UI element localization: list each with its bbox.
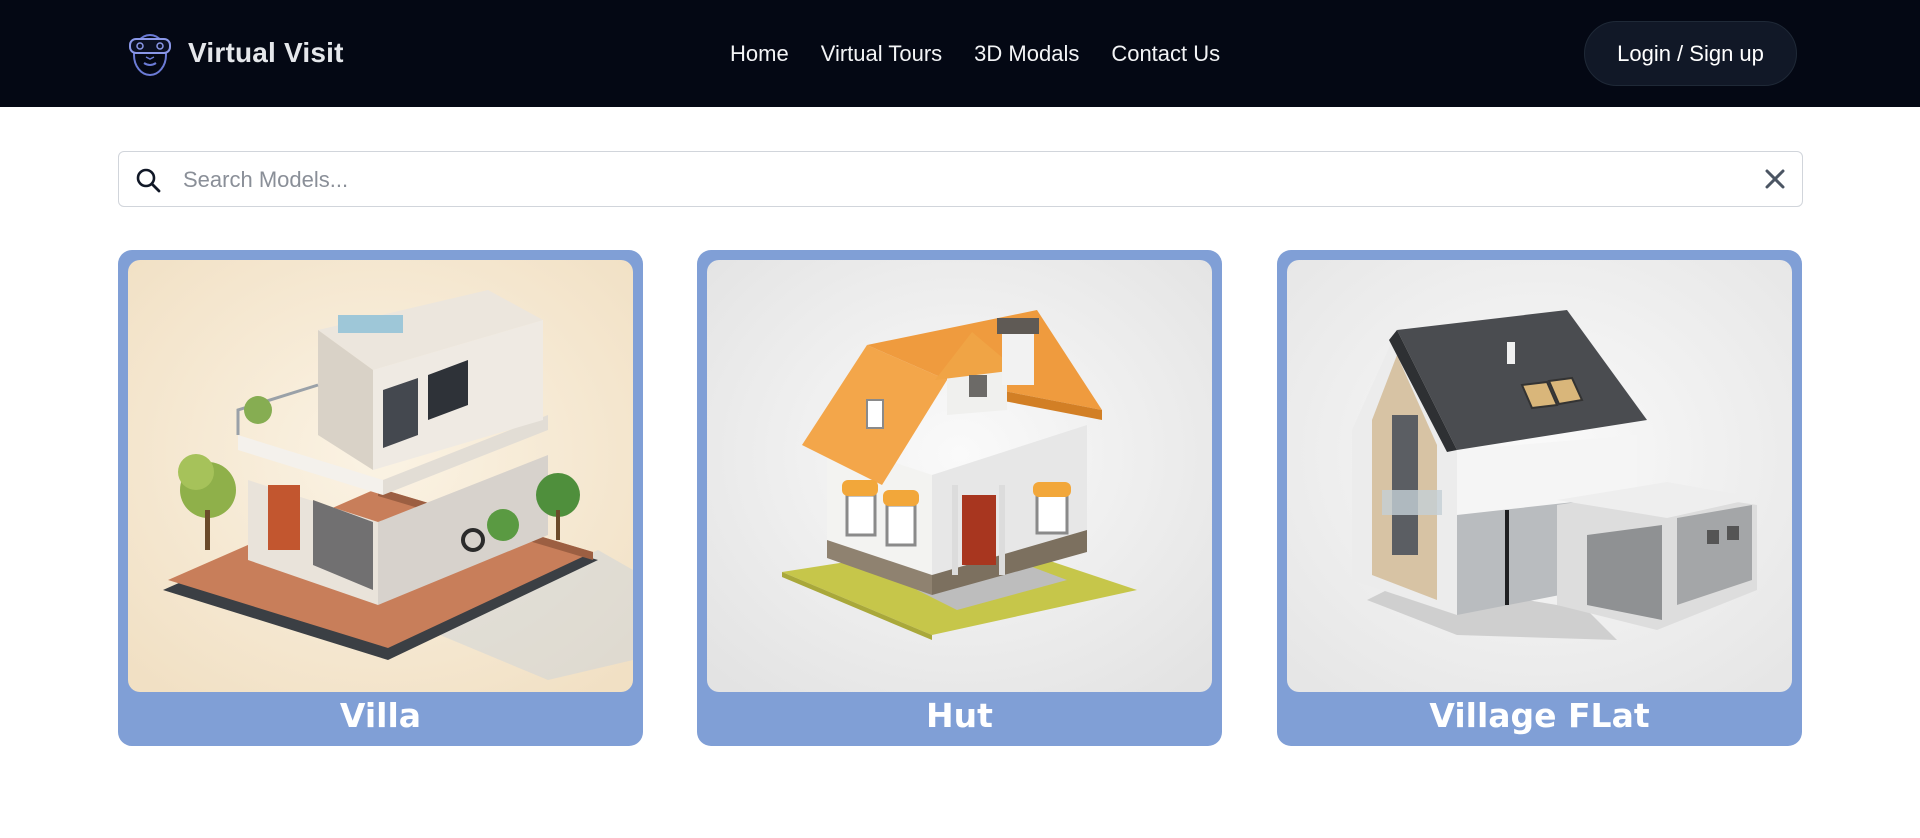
close-icon[interactable] <box>1760 164 1790 194</box>
vr-headset-face-icon <box>129 34 171 76</box>
model-title: Hut <box>926 696 993 735</box>
search-bar <box>118 151 1803 207</box>
villa-image <box>128 260 633 692</box>
brand-name: Virtual Visit <box>188 37 344 68</box>
top-navbar: Virtual Visit Home Virtual Tours 3D Moda… <box>0 0 1920 107</box>
nav-link-contact-us[interactable]: Contact Us <box>1111 41 1220 67</box>
nav-link-virtual-tours[interactable]: Virtual Tours <box>821 41 942 67</box>
login-signup-button[interactable]: Login / Sign up <box>1584 21 1797 86</box>
brand-link[interactable]: Virtual Visit <box>124 27 344 79</box>
village-flat-image <box>1287 260 1792 692</box>
model-title: Village FLat <box>1429 696 1650 735</box>
model-title: Villa <box>339 696 422 735</box>
main-nav: Home Virtual Tours 3D Modals Contact Us <box>730 0 1220 107</box>
hut-image <box>707 260 1212 692</box>
model-card-villa[interactable]: Villa <box>118 250 643 746</box>
nav-link-3d-modals[interactable]: 3D Modals <box>974 41 1079 67</box>
model-card-hut[interactable]: Hut <box>697 250 1222 746</box>
nav-link-home[interactable]: Home <box>730 41 789 67</box>
model-card-village-flat[interactable]: Village FLat <box>1277 250 1802 746</box>
search-icon <box>136 168 161 193</box>
search-input[interactable] <box>183 160 1723 200</box>
